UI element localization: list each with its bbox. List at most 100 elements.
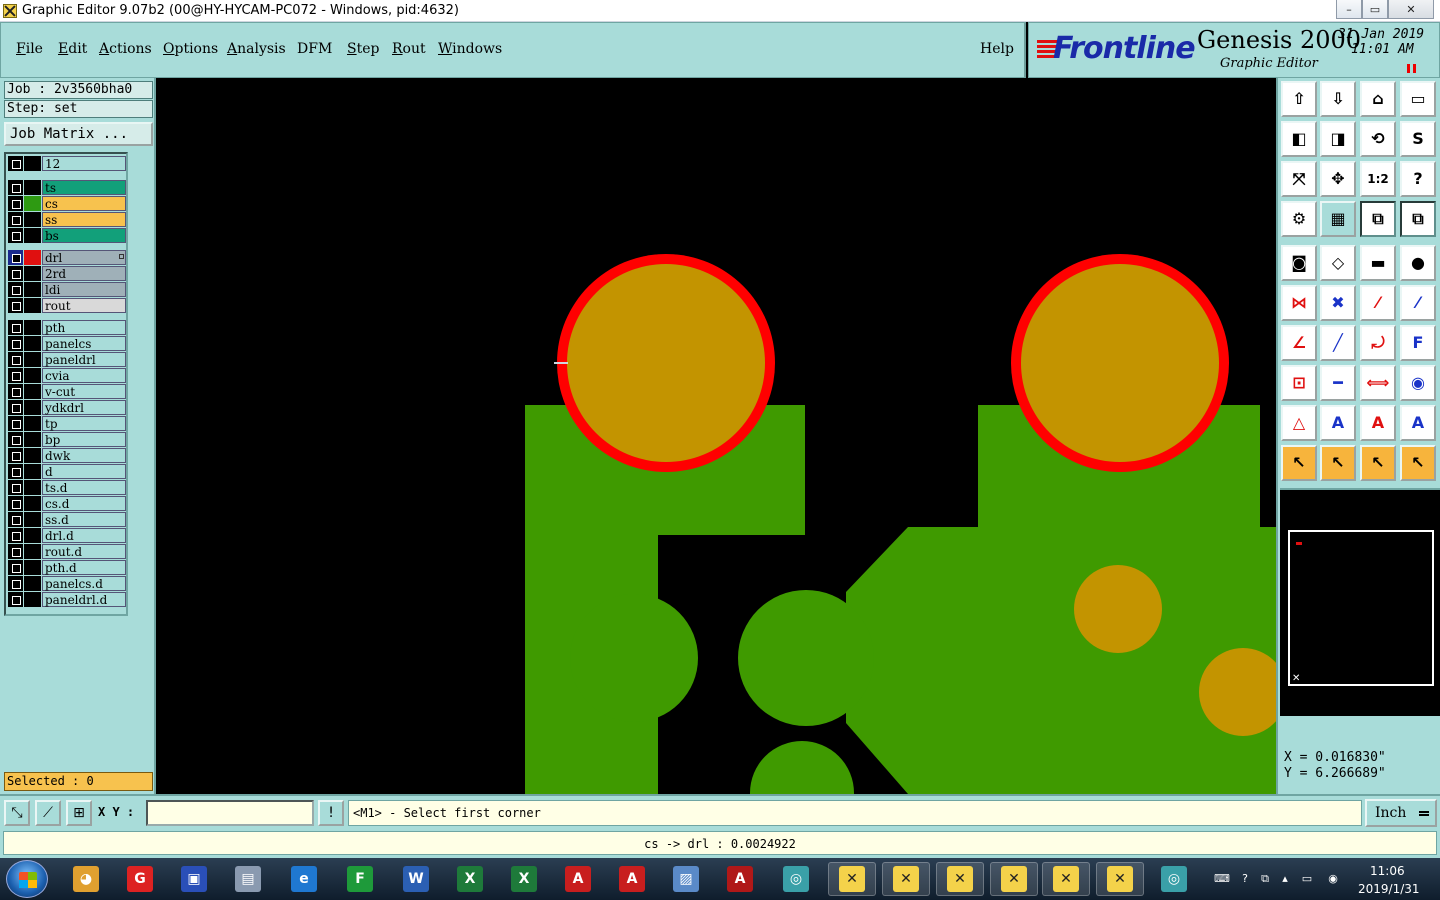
layer-row-2rd[interactable]: 2rd	[8, 266, 126, 281]
outline-tool[interactable]: ◇	[1320, 245, 1356, 281]
layer-name[interactable]: bs	[42, 228, 126, 243]
pause-icon[interactable]	[1407, 64, 1416, 73]
layer-color-swatch[interactable]	[24, 384, 41, 399]
layer-color-swatch[interactable]	[24, 228, 41, 243]
layer-color-swatch[interactable]	[24, 400, 41, 415]
layer-name[interactable]: cs	[42, 196, 126, 211]
layer-checkbox[interactable]	[8, 228, 23, 243]
layer-row-cs-d[interactable]: cs.d	[8, 496, 126, 511]
layer-checkbox[interactable]	[8, 416, 23, 431]
layer-row-ss[interactable]: ss	[8, 212, 126, 227]
layer-checkbox[interactable]	[8, 336, 23, 351]
connect-tool[interactable]: ⊡	[1281, 365, 1317, 401]
layer-row-tp[interactable]: tp	[8, 416, 126, 431]
layer-name[interactable]: 12	[42, 156, 126, 171]
layer-name[interactable]: ldi	[42, 282, 126, 297]
pdf2-app-button[interactable]: A	[608, 862, 656, 896]
layer-checkbox[interactable]	[8, 448, 23, 463]
layer-row-drl-d[interactable]: drl.d	[8, 528, 126, 543]
menu-dfm[interactable]: DFM	[297, 41, 332, 57]
layer-name[interactable]: rout.d	[42, 544, 126, 559]
layer-checkbox[interactable]	[8, 282, 23, 297]
measure-tool-tool[interactable]: ⚙	[1281, 201, 1317, 237]
genesis6-app-button[interactable]: ✕	[1096, 862, 1144, 896]
help-tray-icon[interactable]: ?	[1238, 872, 1252, 886]
maximize-button[interactable]: ▭	[1362, 0, 1388, 19]
layer-color-swatch[interactable]	[24, 592, 41, 607]
xy-input[interactable]	[146, 800, 314, 826]
layer-row-ydkdrl[interactable]: ydkdrl	[8, 400, 126, 415]
layer-checkbox[interactable]	[8, 480, 23, 495]
layer-color-swatch[interactable]	[24, 480, 41, 495]
layer-name[interactable]: ss.d	[42, 512, 126, 527]
layer-row-pth[interactable]: pth	[8, 320, 126, 335]
drc-c-tool[interactable]: A	[1400, 405, 1436, 441]
layer-name[interactable]: cs.d	[42, 496, 126, 511]
layer-name[interactable]: rout	[42, 298, 126, 313]
layer-checkbox[interactable]	[8, 464, 23, 479]
display-icon[interactable]: ⧉	[1258, 872, 1272, 886]
layer-name[interactable]: paneldrl	[42, 352, 126, 367]
layer-color-swatch[interactable]	[24, 464, 41, 479]
redapp-button[interactable]: G	[116, 862, 164, 896]
layer-name[interactable]: ydkdrl	[42, 400, 126, 415]
select-round-tool[interactable]: ↖	[1360, 445, 1396, 481]
arc-tool[interactable]: ⤾	[1360, 325, 1396, 361]
layer-name[interactable]: v-cut	[42, 384, 126, 399]
layer-checkbox[interactable]	[8, 496, 23, 511]
layers-alt-tool[interactable]: ⧉	[1400, 201, 1436, 237]
layer-color-swatch[interactable]	[24, 416, 41, 431]
graphic-canvas[interactable]	[156, 78, 1276, 794]
layer-name[interactable]: panelcs.d	[42, 576, 126, 591]
layer-color-swatch[interactable]	[24, 368, 41, 383]
genesis1-app-button[interactable]: ✕	[828, 862, 876, 896]
close-button[interactable]: ✕	[1388, 0, 1434, 19]
grid-tool[interactable]: ▦	[1320, 201, 1356, 237]
cross-tool[interactable]: ✖	[1320, 285, 1356, 321]
layer-checkbox[interactable]	[8, 544, 23, 559]
select-tool[interactable]: ↖	[1281, 445, 1317, 481]
layer-name[interactable]: 2rd	[42, 266, 126, 281]
layer-color-swatch[interactable]	[24, 212, 41, 227]
layer-row-paneldrl-d[interactable]: paneldrl.d	[8, 592, 126, 607]
layer-checkbox[interactable]	[8, 576, 23, 591]
line-alt-tool[interactable]: ⁄	[1400, 285, 1436, 321]
menu-edit[interactable]: Edit	[58, 41, 87, 57]
layer-name[interactable]: drl.d	[42, 528, 126, 543]
layer-color-swatch[interactable]	[24, 266, 41, 281]
viewer-app-button[interactable]: ◎	[1150, 862, 1198, 896]
layer-name[interactable]: cvia	[42, 368, 126, 383]
frontline-app-button[interactable]: F	[336, 862, 384, 896]
layer-color-swatch[interactable]	[24, 560, 41, 575]
drc-b-tool[interactable]: A	[1360, 405, 1396, 441]
volume-icon[interactable]: ◉	[1326, 872, 1340, 886]
save-app-button[interactable]: ▣	[170, 862, 218, 896]
menu-rout[interactable]: Rout	[392, 41, 426, 57]
start-button[interactable]	[6, 860, 48, 898]
select-net-tool[interactable]: ↖	[1400, 445, 1436, 481]
layer-color-swatch[interactable]	[24, 298, 41, 313]
camera-app-button[interactable]: ◎	[772, 862, 820, 896]
layer-row-ldi[interactable]: ldi	[8, 282, 126, 297]
line-tool[interactable]: ⁄	[1360, 285, 1396, 321]
layer-name[interactable]: tp	[42, 416, 126, 431]
layer-name[interactable]: bp	[42, 432, 126, 447]
layer-name[interactable]: ts	[42, 180, 126, 195]
layer-row-bp[interactable]: bp	[8, 432, 126, 447]
layer-name[interactable]: dwk	[42, 448, 126, 463]
layer-name[interactable]: paneldrl.d	[42, 592, 126, 607]
layer-row-ss-d[interactable]: ss.d	[8, 512, 126, 527]
layer-checkbox[interactable]	[8, 528, 23, 543]
pcb-view[interactable]	[156, 78, 1276, 794]
menu-windows[interactable]: Windows	[438, 41, 502, 57]
layer-name[interactable]: pth.d	[42, 560, 126, 575]
layer-row-panelcs-d[interactable]: panelcs.d	[8, 576, 126, 591]
cad-app-button[interactable]: A	[716, 862, 764, 896]
menu-analysis[interactable]: Analysis	[227, 41, 286, 57]
word-app-button[interactable]: W	[392, 862, 440, 896]
layer-name[interactable]: pth	[42, 320, 126, 335]
text-tool[interactable]: F	[1400, 325, 1436, 361]
select-box-tool[interactable]: ↖	[1320, 445, 1356, 481]
layer-name[interactable]: d	[42, 464, 126, 479]
layer-name[interactable]: ss	[42, 212, 126, 227]
